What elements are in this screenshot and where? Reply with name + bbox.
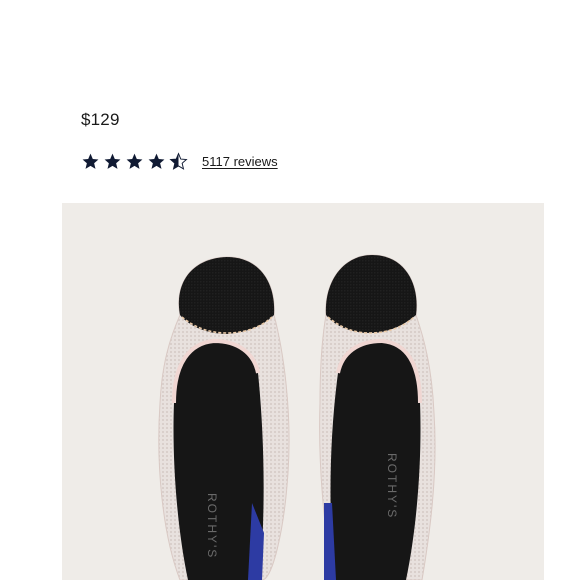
star-icon bbox=[82, 153, 99, 169]
star-icon bbox=[126, 153, 143, 169]
shoes-illustration: ROTHY'S ROTHY'S bbox=[158, 254, 436, 580]
brand-imprint: ROTHY'S bbox=[385, 453, 399, 519]
half-star-icon bbox=[169, 151, 188, 170]
right-shoe: ROTHY'S bbox=[319, 254, 436, 580]
star-rating bbox=[81, 151, 188, 171]
product-price: $129 bbox=[81, 110, 120, 129]
rating-row: 5117 reviews bbox=[81, 150, 278, 172]
brand-imprint: ROTHY'S bbox=[205, 493, 219, 559]
product-image[interactable]: ROTHY'S ROTHY'S bbox=[62, 203, 544, 580]
reviews-link[interactable]: 5117 reviews bbox=[202, 154, 278, 169]
star-icon bbox=[104, 153, 121, 169]
left-shoe: ROTHY'S bbox=[158, 256, 290, 580]
product-page: $129 5117 reviews ROTHY'S ROTHY'S bbox=[0, 0, 580, 580]
star-icon bbox=[148, 153, 165, 169]
